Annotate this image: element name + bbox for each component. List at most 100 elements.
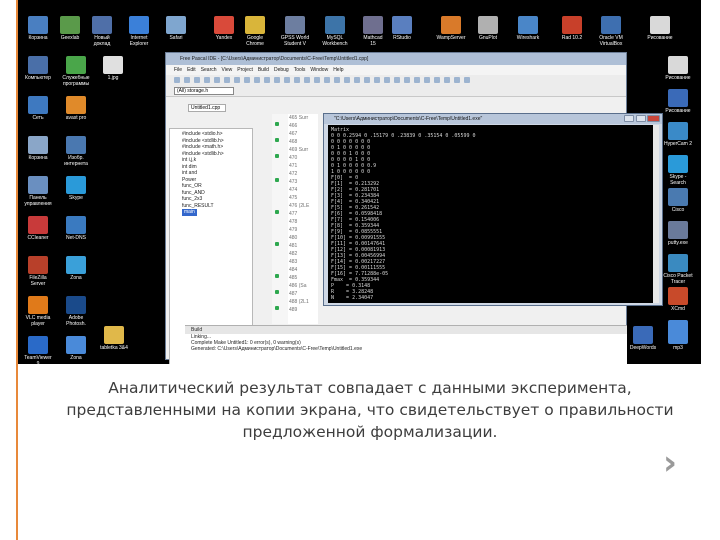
desktop-shortcut-top-8[interactable]: MySQL Workbench (315, 16, 355, 47)
desktop-shortcut-top-10[interactable]: RStudio (382, 16, 422, 41)
desktop-shortcut-mp3[interactable]: mp3 (658, 326, 698, 351)
tree-item[interactable]: func_RESULT (182, 203, 214, 209)
desktop-shortcut-col2-4[interactable]: Net-DNS (56, 216, 96, 241)
toolbar-button-icon[interactable] (234, 77, 240, 83)
tree-item[interactable]: #include <stdlib.h> (182, 138, 224, 144)
next-slide-arrow-icon[interactable]: › (663, 446, 677, 480)
toolbar-button-icon[interactable] (244, 77, 250, 83)
tree-item[interactable]: #include <stdlib.h> (182, 151, 224, 157)
toolbar-button-icon[interactable] (354, 77, 360, 83)
fold-marker-icon[interactable] (275, 242, 279, 246)
fold-marker-icon[interactable] (275, 154, 279, 158)
fold-marker-icon[interactable] (275, 306, 279, 310)
toolbar-button-icon[interactable] (274, 77, 280, 83)
desktop-shortcut-top-13[interactable]: Wireshark (508, 16, 548, 41)
tree-item[interactable]: func_2x3 (182, 196, 202, 202)
fold-marker-icon[interactable] (275, 290, 279, 294)
fold-marker-icon[interactable] (275, 122, 279, 126)
toolbar-button-icon[interactable] (464, 77, 470, 83)
toolbar-button-icon[interactable] (424, 77, 430, 83)
menu-debug[interactable]: Debug (274, 67, 289, 73)
close-icon[interactable] (647, 115, 660, 122)
toolbar-button-icon[interactable] (294, 77, 300, 83)
toolbar-button-icon[interactable] (374, 77, 380, 83)
desktop-shortcut-top-6[interactable]: Google Chrome (235, 16, 275, 47)
console-scrollbar[interactable] (653, 125, 659, 303)
desktop-shortcut-left-7[interactable]: TeamViewer 9 (18, 336, 58, 364)
fold-marker-icon[interactable] (275, 138, 279, 142)
desktop-shortcut-left-2[interactable]: Корзина (18, 136, 58, 161)
desktop-shortcut-col2-1[interactable]: avast pro (56, 96, 96, 121)
desktop-shortcut-top-4[interactable]: Safari (156, 16, 196, 41)
maximize-icon[interactable] (636, 115, 646, 122)
toolbar-button-icon[interactable] (454, 77, 460, 83)
desktop-shortcut-left-4[interactable]: CCleaner (18, 216, 58, 241)
toolbar-button-icon[interactable] (214, 77, 220, 83)
toolbar-button-icon[interactable] (334, 77, 340, 83)
desktop-shortcut-top-16[interactable]: Рисование (640, 16, 680, 41)
menu-file[interactable]: File (174, 67, 182, 73)
desktop-shortcut-top-11[interactable]: WampServer (431, 16, 471, 41)
desktop-shortcut-col2-5[interactable]: Zona (56, 256, 96, 281)
desktop-shortcut-col2-6[interactable]: Adobe Photosh. (56, 296, 96, 327)
desktop-shortcut-left-5[interactable]: FileZilla Server (18, 256, 58, 287)
desktop-shortcut-left-1[interactable]: Сеть (18, 96, 58, 121)
menu-tools[interactable]: Tools (294, 67, 306, 73)
tree-item[interactable]: int dim (182, 164, 197, 170)
toolbar-button-icon[interactable] (314, 77, 320, 83)
desktop-shortcut-top-2[interactable]: Новый доклад (82, 16, 122, 47)
tree-item[interactable]: Power (182, 177, 196, 183)
menu-search[interactable]: Search (201, 67, 217, 73)
desktop-shortcut-left-6[interactable]: VLC media player (18, 296, 58, 327)
desktop-shortcut-right-0[interactable]: Рисование (658, 56, 698, 81)
desktop-shortcut-right-4[interactable]: Cisco (658, 188, 698, 213)
tree-item[interactable]: int and (182, 170, 197, 176)
desktop-shortcut-top-14[interactable]: Rad 10.2 (552, 16, 592, 41)
menu-help[interactable]: Help (333, 67, 343, 73)
desktop-shortcut-top-3[interactable]: Internet Explorer (119, 16, 159, 47)
desktop-shortcut-right-2[interactable]: HyperCam 2 (658, 122, 698, 147)
toolbar-button-icon[interactable] (284, 77, 290, 83)
toolbar-button-icon[interactable] (434, 77, 440, 83)
desktop-shortcut-col2-3[interactable]: Skype (56, 176, 96, 201)
desktop-shortcut-right-7[interactable]: XCmd (658, 287, 698, 312)
toolbar-button-icon[interactable] (404, 77, 410, 83)
desktop-shortcut-top-7[interactable]: GPSS World Student V (275, 16, 315, 47)
desktop-shortcut-right-1[interactable]: Рисование (658, 89, 698, 114)
desktop-file-jpg[interactable]: 1.jpg (93, 56, 133, 81)
menu-window[interactable]: Window (310, 67, 328, 73)
menu-build[interactable]: Build (258, 67, 269, 73)
desktop-shortcut-right-5[interactable]: putty.exe (658, 221, 698, 246)
toolbar-button-icon[interactable] (304, 77, 310, 83)
menu-edit[interactable]: Edit (187, 67, 196, 73)
desktop-shortcut-top-15[interactable]: Oracle VM VirtualBox (591, 16, 631, 47)
toolbar-button-icon[interactable] (364, 77, 370, 83)
tab-untitled[interactable]: Untitled1.cpp (188, 104, 226, 112)
desktop-shortcut-col2-2[interactable]: Изобр. интернета (56, 136, 96, 167)
tree-item[interactable]: #include <math.h> (182, 144, 223, 150)
desktop-shortcut-col2-0[interactable]: Служебные программы (56, 56, 96, 87)
fold-marker-icon[interactable] (275, 178, 279, 182)
tree-item[interactable]: func_OR (182, 183, 202, 189)
toolbar-button-icon[interactable] (344, 77, 350, 83)
desktop-shortcut-left-3[interactable]: Панель управления (18, 176, 58, 207)
toolbar-button-icon[interactable] (384, 77, 390, 83)
menu-view[interactable]: View (222, 67, 233, 73)
toolbar-button-icon[interactable] (264, 77, 270, 83)
toolbar-button-icon[interactable] (224, 77, 230, 83)
desktop-folder[interactable]: tabletka 3&4 (94, 326, 134, 351)
desktop-shortcut-right-3[interactable]: Skype - Search (658, 155, 698, 186)
tree-item[interactable]: #include <stdio.h> (182, 131, 223, 137)
desktop-shortcut-right-6[interactable]: Cisco Packet Tracer (658, 254, 698, 285)
menu-project[interactable]: Project (237, 67, 253, 73)
toolbar-button-icon[interactable] (194, 77, 200, 83)
toolbar-button-icon[interactable] (174, 77, 180, 83)
toolbar-button-icon[interactable] (204, 77, 210, 83)
minimize-icon[interactable] (624, 115, 634, 122)
toolbar-button-icon[interactable] (254, 77, 260, 83)
code-editor[interactable]: 465 Surr 466 467 468 469 Surr 470 471 472 … (288, 114, 318, 324)
fold-marker-icon[interactable] (275, 274, 279, 278)
tree-item[interactable]: main (182, 209, 197, 216)
toolbar-button-icon[interactable] (184, 77, 190, 83)
toolbar-button-icon[interactable] (444, 77, 450, 83)
